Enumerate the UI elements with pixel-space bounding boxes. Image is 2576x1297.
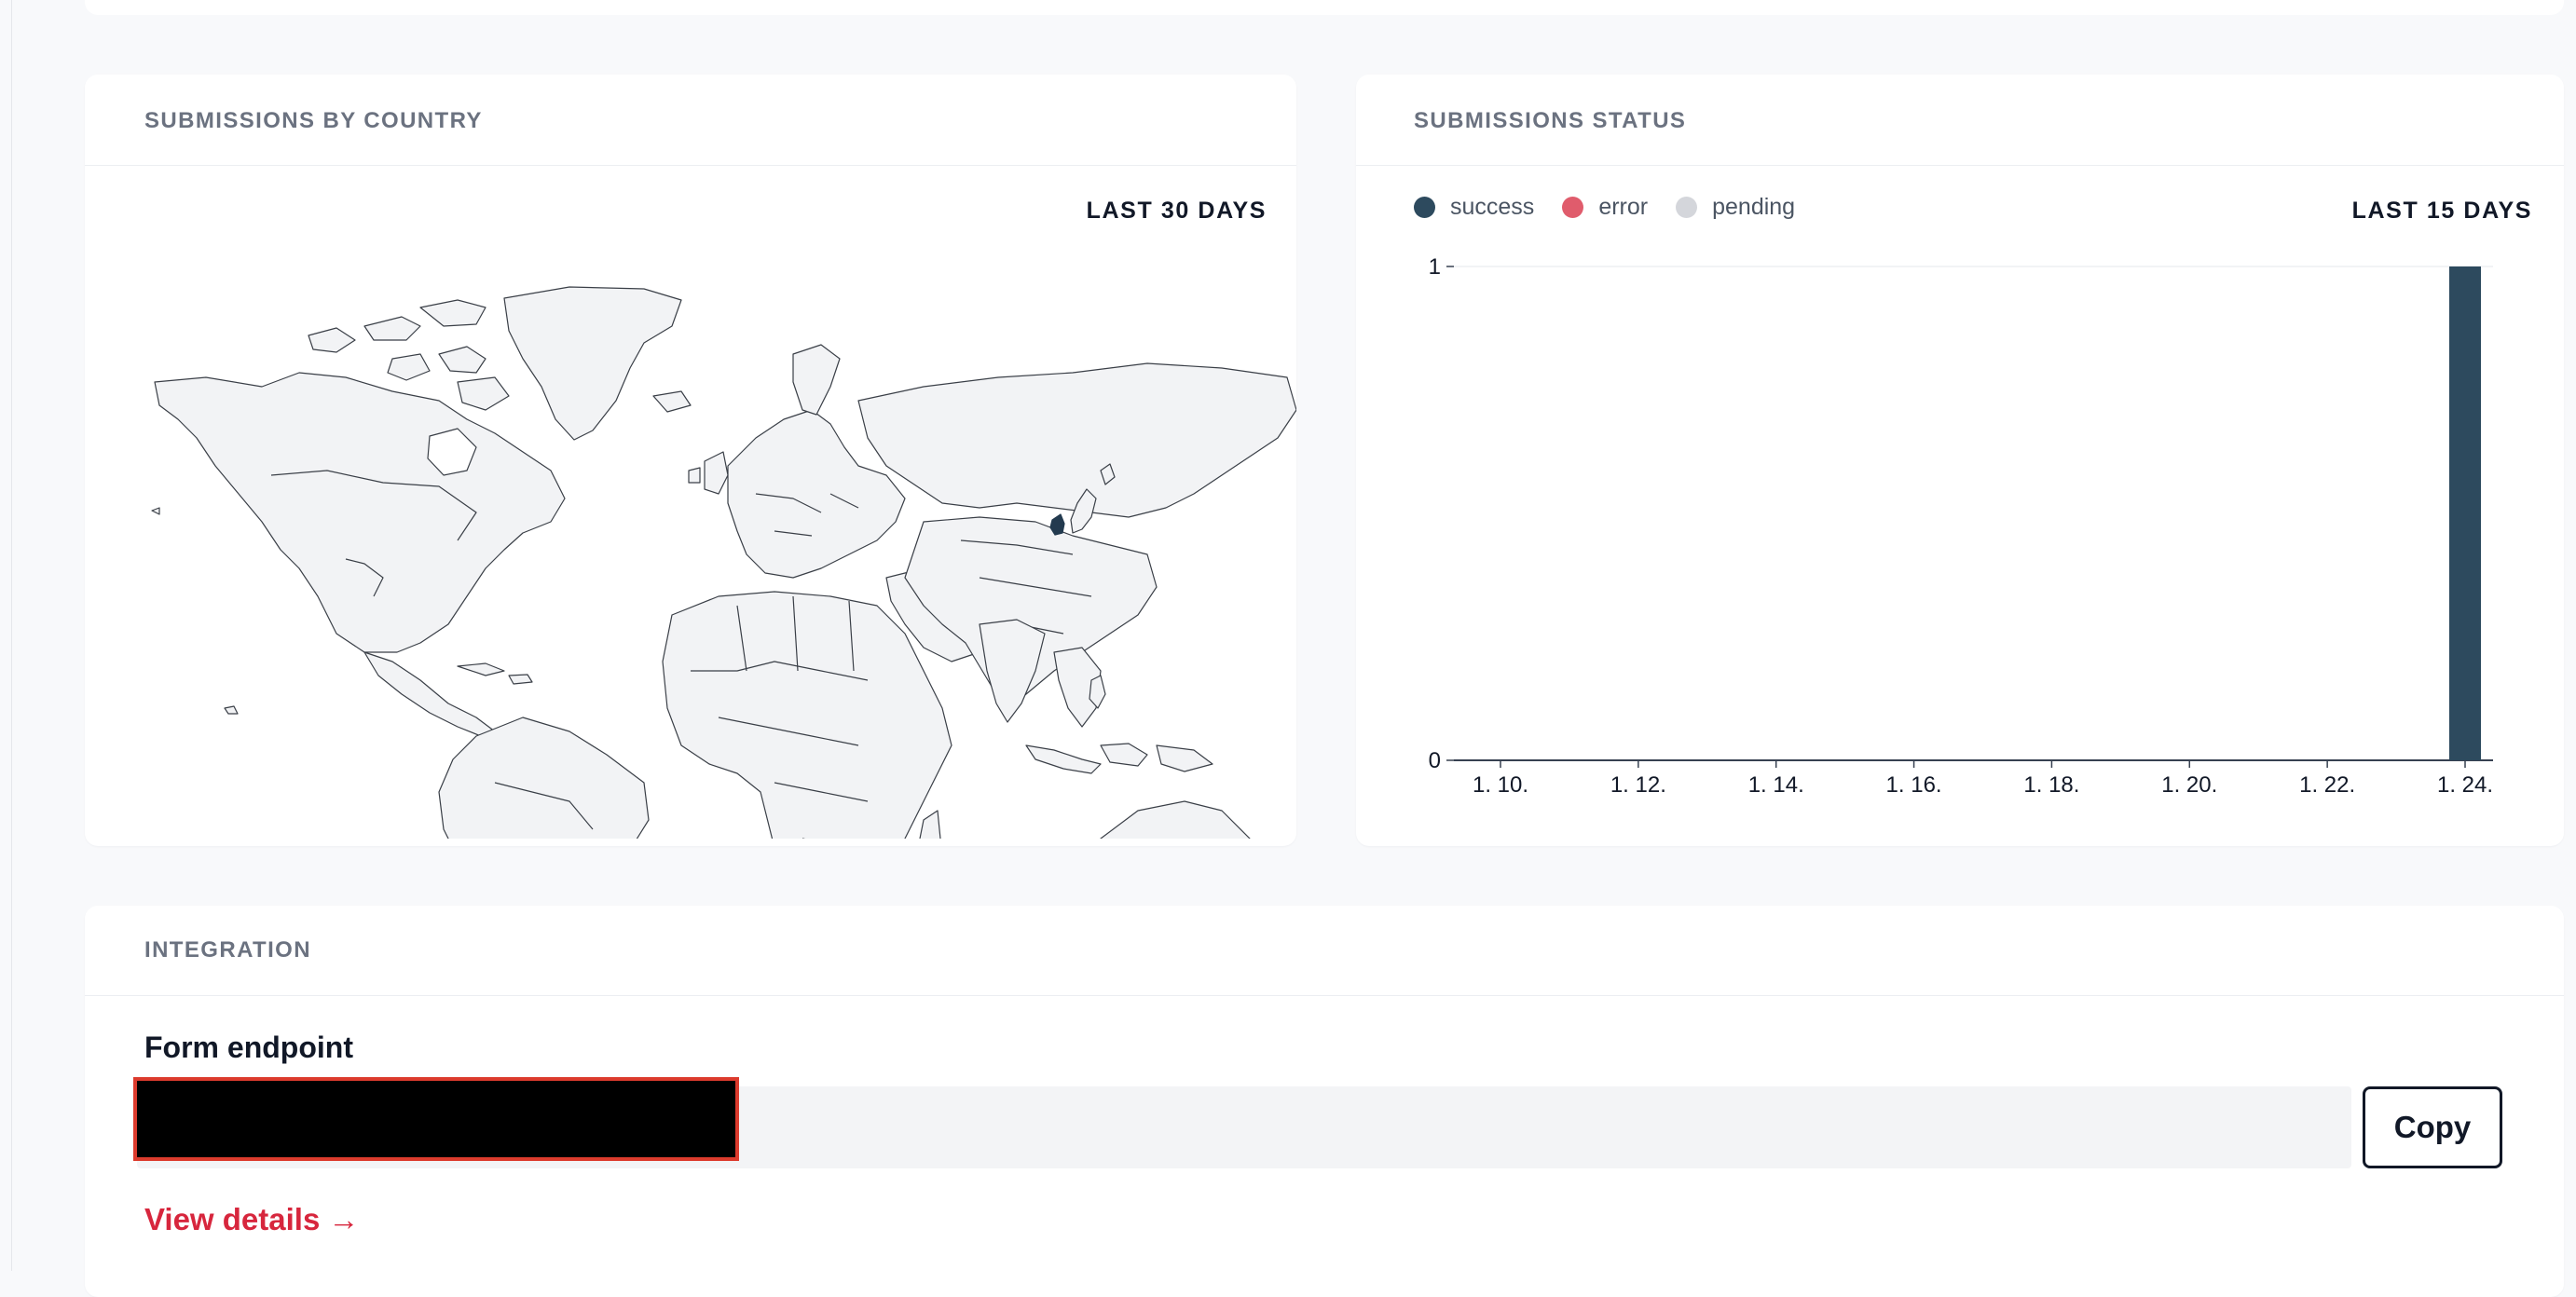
map-region: [980, 620, 1045, 722]
map-region: [1101, 744, 1147, 766]
status-bar-chart: 0 1 1. 10. 1. 12. 1. 14. 1. 16. 1. 18. 1. 20. 1.…: [1356, 75, 2564, 846]
map-region: [225, 706, 238, 714]
x-tick-label: 1. 18.: [2023, 772, 2079, 798]
x-tick-label: 1. 20.: [2161, 772, 2217, 798]
card-title: INTEGRATION: [144, 937, 311, 963]
map-highlight-south-korea: [1050, 514, 1064, 535]
previous-card: [85, 0, 2564, 15]
form-endpoint-label: Form endpoint: [144, 1031, 353, 1065]
map-region: [653, 391, 691, 412]
redacted-endpoint-url: [133, 1077, 739, 1161]
map-region: [155, 373, 565, 652]
bar-success: [2449, 266, 2481, 760]
map-region: [1157, 745, 1213, 771]
x-tick-label: 1. 10.: [1473, 772, 1528, 798]
map-region: [364, 317, 420, 340]
map-region: [439, 717, 649, 839]
integration-card: INTEGRATION Form endpoint Copy View deta…: [85, 906, 2564, 1297]
view-details-link[interactable]: View details →: [144, 1202, 359, 1237]
card-header: [85, 906, 2564, 996]
x-tick-label: 1. 14.: [1748, 772, 1804, 798]
x-tick-label: 1. 22.: [2299, 772, 2355, 798]
submissions-by-country-card: SUBMISSIONS BY COUNTRY LAST 30 DAYS: [85, 75, 1296, 846]
map-region: [689, 468, 700, 483]
map-region: [504, 287, 681, 440]
map-region: [420, 300, 486, 326]
map-region: [1096, 801, 1259, 839]
x-tick-label: 1. 24.: [2437, 772, 2493, 798]
map-region: [916, 811, 940, 839]
map-region: [458, 663, 504, 676]
map-region: [388, 354, 430, 380]
world-map: [85, 186, 1296, 839]
map-region: [858, 363, 1296, 517]
y-tick-label: 0: [1429, 748, 1441, 773]
map-region: [152, 508, 159, 514]
map-region: [705, 452, 728, 494]
card-title: SUBMISSIONS BY COUNTRY: [144, 108, 483, 134]
x-tick-label: 1. 16.: [1886, 772, 1942, 798]
app-shell: SUBMISSIONS BY COUNTRY LAST 30 DAYS: [11, 0, 2576, 1271]
map-region: [458, 377, 509, 410]
copy-button[interactable]: Copy: [2363, 1086, 2502, 1168]
x-tick-label: 1. 12.: [1610, 772, 1666, 798]
y-tick-label: 1: [1429, 254, 1441, 280]
map-region: [439, 347, 486, 373]
submissions-status-card: SUBMISSIONS STATUS LAST 15 DAYS successe…: [1356, 75, 2564, 846]
map-region: [793, 345, 840, 415]
map-region: [308, 328, 355, 352]
map-region: [1026, 745, 1101, 773]
map-region: [509, 675, 532, 684]
